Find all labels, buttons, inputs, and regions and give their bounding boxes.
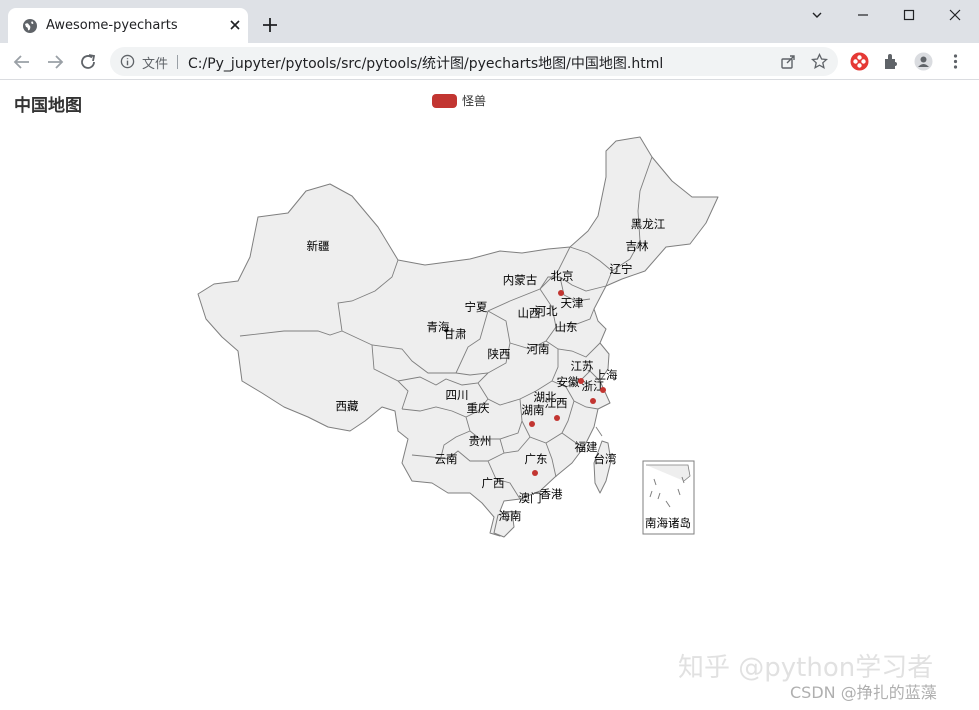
south-china-sea-inset: 南海诸岛 [642,460,695,535]
marker-beijing[interactable] [558,290,564,296]
label-neimenggu: 内蒙古 [503,273,538,287]
label-xizang: 西藏 [336,399,359,413]
label-jiangsu: 江苏 [571,359,594,373]
marker-jiangxi[interactable] [554,415,560,421]
label-shanxi: 山西 [518,306,541,320]
back-arrow-icon[interactable] [11,51,33,73]
label-sichuan: 四川 [446,388,469,402]
new-tab-plus-icon[interactable] [260,15,280,35]
share-icon[interactable] [780,53,797,70]
menu-kebab-icon[interactable] [946,52,965,71]
label-tianjin: 天津 [561,296,584,310]
close-window-icon[interactable] [932,0,978,30]
forward-arrow-icon[interactable] [44,51,66,73]
page-content: 中国地图 怪兽 南海诸岛 新疆 西藏 青海 甘肃 宁夏 内蒙古 黑龙江 吉林 辽… [0,81,979,710]
reload-icon[interactable] [77,51,99,73]
label-beijing: 北京 [551,269,574,283]
maximize-icon[interactable] [886,0,932,30]
marker-jiangsu[interactable] [578,378,584,384]
label-jilin: 吉林 [626,239,649,253]
csdn-watermark: CSDN @挣扎的蓝藻 [790,683,937,702]
marker-shanghai-area[interactable] [600,387,606,393]
label-hainan: 海南 [499,509,522,523]
tab-search-chevron-icon[interactable] [794,0,840,30]
info-icon[interactable] [120,54,135,69]
browser-tab[interactable]: Awesome-pyecharts [8,8,248,43]
minimize-icon[interactable] [840,0,886,30]
label-ningxia: 宁夏 [465,300,488,314]
profile-avatar-icon[interactable] [914,52,933,71]
label-guangxi: 广西 [482,476,505,490]
label-shaanxi: 陕西 [488,347,511,361]
label-yunnan: 云南 [435,452,458,466]
label-hunan: 湖南 [522,403,545,417]
marker-hunan[interactable] [529,421,535,427]
extensions-puzzle-icon[interactable] [882,52,901,71]
label-jiangxi: 江西 [545,396,568,410]
label-liaoning: 辽宁 [610,262,633,276]
label-henan: 河南 [527,342,550,356]
omnibox-divider [177,55,178,69]
label-guizhou: 贵州 [469,434,492,448]
url-text[interactable]: C:/Py_jupyter/pytools/src/pytools/统计图/py… [188,53,663,73]
label-guangdong: 广东 [525,452,548,466]
label-xinjiang: 新疆 [307,239,330,253]
globe-icon [23,19,37,33]
marker-zhejiang[interactable] [590,398,596,404]
label-shandong: 山东 [555,320,578,334]
label-gansu: 甘肃 [444,327,467,341]
close-tab-icon[interactable] [226,16,244,34]
bookmark-star-icon[interactable] [811,53,828,70]
china-map: 南海诸岛 新疆 西藏 青海 甘肃 宁夏 内蒙古 黑龙江 吉林 辽宁 北京 天津 … [197,136,719,538]
label-taiwan: 台湾 [594,452,617,466]
label-xianggang: 香港 [540,487,563,501]
address-bar[interactable]: 文件 C:/Py_jupyter/pytools/src/pytools/统计图… [110,47,838,76]
scheme-label: 文件 [142,57,169,72]
label-anhui: 安徽 [557,375,580,389]
label-heilongjiang: 黑龙江 [631,217,666,231]
marker-guangdong[interactable] [532,470,538,476]
label-aomen: 澳门 [519,491,542,505]
label-chongqing: 重庆 [467,401,490,415]
tab-strip: Awesome-pyecharts [0,0,979,43]
browser-toolbar: 文件 C:/Py_jupyter/pytools/src/pytools/统计图… [0,43,979,80]
tab-title: Awesome-pyecharts [46,18,178,33]
extension-flower-icon[interactable] [850,52,869,71]
inset-label: 南海诸岛 [645,516,691,530]
